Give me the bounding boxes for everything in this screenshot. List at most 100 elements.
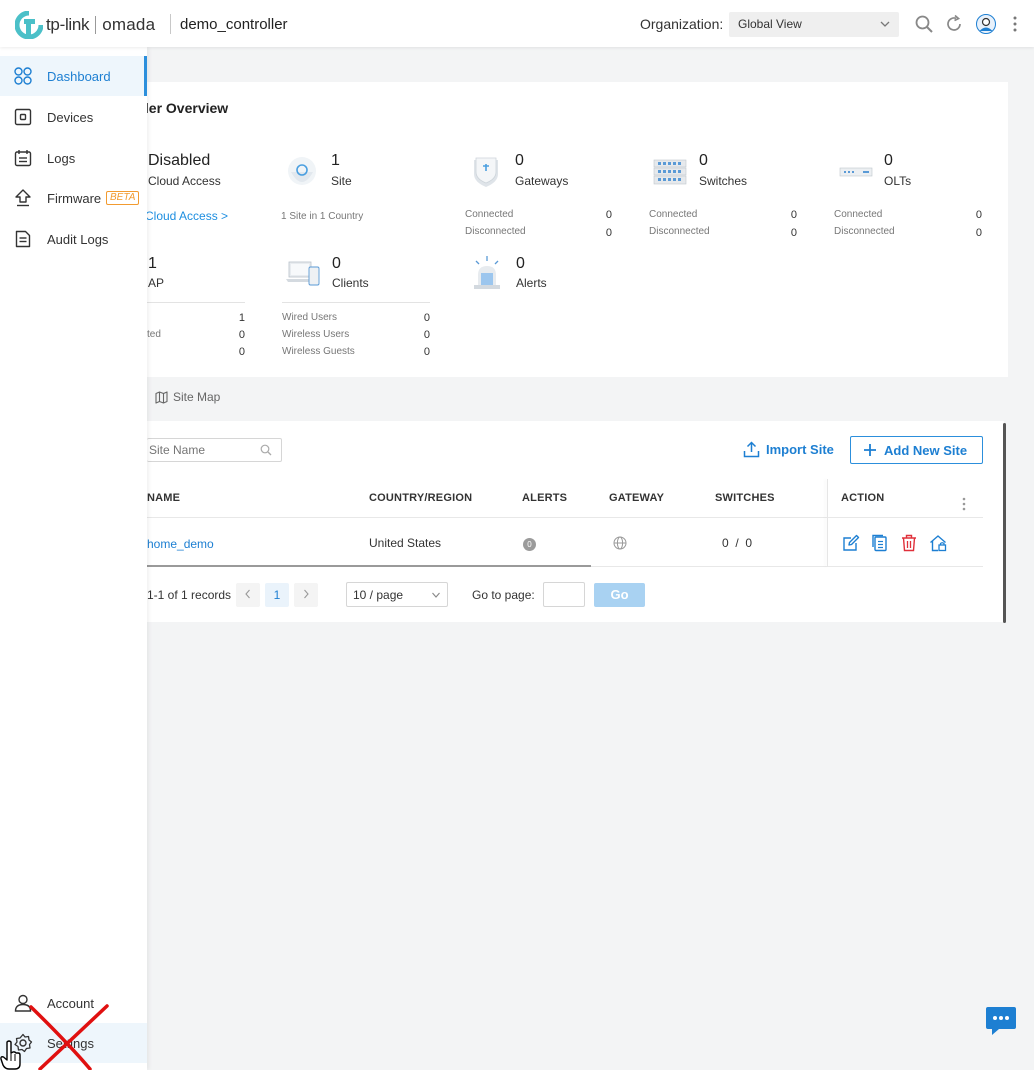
page-button-current[interactable]: 1 bbox=[265, 583, 289, 607]
clients-divider bbox=[282, 302, 430, 303]
clients-label: Clients bbox=[332, 276, 369, 290]
olt-icon bbox=[839, 167, 873, 177]
gateway-connected-label: Connected bbox=[465, 209, 514, 220]
pagination-summary: 1-1 of 1 records bbox=[147, 588, 232, 602]
chevron-down-icon bbox=[432, 592, 440, 598]
ap-divider bbox=[147, 302, 245, 303]
previous-page-button[interactable] bbox=[236, 583, 260, 607]
site-icon bbox=[288, 157, 316, 185]
ap-row3-value: 0 bbox=[238, 346, 245, 358]
olt-disconnected-label: Disconnected bbox=[834, 226, 895, 237]
product-name: omada bbox=[102, 15, 156, 34]
panel-scrollbar[interactable] bbox=[1003, 423, 1006, 623]
chevron-left-icon bbox=[245, 589, 250, 599]
edit-icon[interactable] bbox=[842, 534, 860, 552]
go-button[interactable]: Go bbox=[594, 583, 645, 607]
switch-count: 0 bbox=[699, 152, 708, 169]
olt-disconnected-value: 0 bbox=[975, 227, 982, 239]
column-settings-icon[interactable] bbox=[962, 497, 966, 511]
goto-page-input[interactable] bbox=[543, 582, 585, 607]
switch-disconnected-value: 0 bbox=[790, 227, 797, 239]
tp-link-logo[interactable]: tp-link omada bbox=[15, 11, 155, 39]
sidebar: Dashboard Devices Logs Firmware BETA Aud… bbox=[0, 47, 147, 1070]
manage-site-icon[interactable] bbox=[929, 534, 947, 552]
logo-divider bbox=[95, 16, 97, 34]
goto-page-label: Go to page: bbox=[472, 588, 535, 602]
column-header-alerts[interactable]: ALERTS bbox=[522, 492, 567, 504]
refresh-icon[interactable] bbox=[944, 14, 964, 34]
column-header-country[interactable]: COUNTRY/REGION bbox=[369, 492, 472, 504]
beta-badge: BETA bbox=[106, 191, 140, 205]
sidebar-item-dashboard[interactable]: Dashboard bbox=[0, 56, 147, 96]
search-icon[interactable] bbox=[914, 14, 934, 34]
olt-label: OLTs bbox=[884, 174, 912, 188]
clients-icon bbox=[286, 261, 320, 286]
controller-divider bbox=[170, 14, 171, 34]
sidebar-item-label: Audit Logs bbox=[47, 231, 109, 247]
action-column-divider bbox=[827, 479, 828, 567]
sidebar-item-firmware[interactable]: Firmware BETA bbox=[0, 178, 147, 218]
cloud-access-link[interactable]: Cloud Access > bbox=[145, 209, 228, 223]
wireless-users-value: 0 bbox=[423, 329, 430, 341]
organization-value: Global View bbox=[738, 17, 802, 31]
sidebar-item-devices[interactable]: Devices bbox=[0, 97, 147, 137]
import-site-button[interactable]: Import Site bbox=[743, 441, 834, 458]
page-size-select[interactable]: 10 / page bbox=[346, 582, 448, 607]
olt-connected-label: Connected bbox=[834, 209, 883, 220]
switch-disconnected-label: Disconnected bbox=[649, 226, 710, 237]
logs-icon bbox=[14, 150, 32, 167]
switch-connected-label: Connected bbox=[649, 209, 698, 220]
plus-icon bbox=[864, 444, 876, 456]
ap-row2-value: 0 bbox=[238, 329, 245, 341]
sidebar-item-label: Dashboard bbox=[47, 68, 111, 84]
controller-overview-card: ller Overview Disabled Cloud Access Clou… bbox=[141, 82, 1008, 377]
ap-row2-label: ted bbox=[147, 329, 161, 340]
user-avatar-icon[interactable] bbox=[976, 14, 996, 34]
top-header: tp-link omada demo_controller Organizati… bbox=[0, 0, 1034, 47]
wired-users-value: 0 bbox=[423, 312, 430, 324]
sites-panel: Import Site Add New Site NAME COUNTRY/RE… bbox=[147, 421, 1004, 622]
site-label: Site bbox=[331, 174, 352, 188]
column-header-name[interactable]: NAME bbox=[147, 492, 180, 504]
sidebar-item-logs[interactable]: Logs bbox=[0, 138, 147, 178]
dashboard-icon bbox=[14, 67, 32, 85]
add-new-site-label: Add New Site bbox=[884, 442, 968, 458]
chat-support-icon[interactable] bbox=[985, 1006, 1017, 1036]
site-name-link[interactable]: home_demo bbox=[147, 537, 214, 551]
sidebar-item-audit-logs[interactable]: Audit Logs bbox=[0, 219, 147, 259]
column-header-action: ACTION bbox=[841, 492, 885, 504]
red-cross-mark-icon bbox=[29, 1004, 109, 1070]
wireless-users-label: Wireless Users bbox=[282, 329, 350, 340]
switch-icon bbox=[653, 159, 687, 185]
more-menu-icon[interactable] bbox=[1013, 16, 1017, 32]
column-header-switches[interactable]: SWITCHES bbox=[715, 492, 775, 504]
gateway-disconnected-label: Disconnected bbox=[465, 226, 526, 237]
brand-name: tp-link bbox=[46, 15, 90, 34]
wireless-guests-label: Wireless Guests bbox=[282, 346, 355, 357]
ap-count: 1 bbox=[148, 255, 157, 272]
site-search-input[interactable] bbox=[147, 439, 257, 461]
olt-count: 0 bbox=[884, 152, 893, 169]
add-new-site-button[interactable]: Add New Site bbox=[850, 436, 983, 464]
tp-link-logo-icon bbox=[15, 11, 43, 39]
column-header-gateway[interactable]: GATEWAY bbox=[609, 492, 664, 504]
tab-site-map-label: Site Map bbox=[173, 390, 221, 404]
alerts-count: 0 bbox=[516, 255, 525, 272]
organization-select[interactable]: Global View bbox=[729, 12, 899, 37]
site-search[interactable] bbox=[147, 438, 282, 462]
next-page-button[interactable] bbox=[294, 583, 318, 607]
switch-connected-value: 0 bbox=[790, 209, 797, 221]
gateway-connected-value: 0 bbox=[605, 209, 612, 221]
clients-count: 0 bbox=[332, 255, 341, 272]
delete-icon[interactable] bbox=[900, 534, 918, 552]
sidebar-item-label: Firmware bbox=[47, 190, 102, 206]
site-country: United States bbox=[369, 536, 442, 550]
copy-icon[interactable] bbox=[871, 534, 889, 552]
switch-label: Switches bbox=[699, 174, 748, 188]
row-scroll-indicator bbox=[147, 565, 591, 567]
tab-site-map[interactable]: Site Map bbox=[155, 390, 220, 404]
map-icon bbox=[155, 390, 168, 404]
gateway-label: Gateways bbox=[515, 174, 569, 188]
sidebar-item-label: Devices bbox=[47, 109, 94, 125]
gateway-icon bbox=[474, 157, 498, 187]
